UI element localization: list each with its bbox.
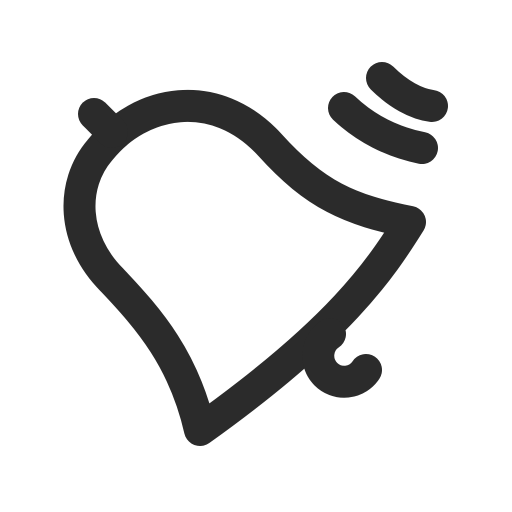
ringing-bell-icon xyxy=(63,62,448,446)
sound-wave-outer xyxy=(366,62,448,122)
icon-canvas xyxy=(0,0,512,512)
bell-handle-stub xyxy=(78,98,128,148)
bell-clapper xyxy=(302,318,382,398)
